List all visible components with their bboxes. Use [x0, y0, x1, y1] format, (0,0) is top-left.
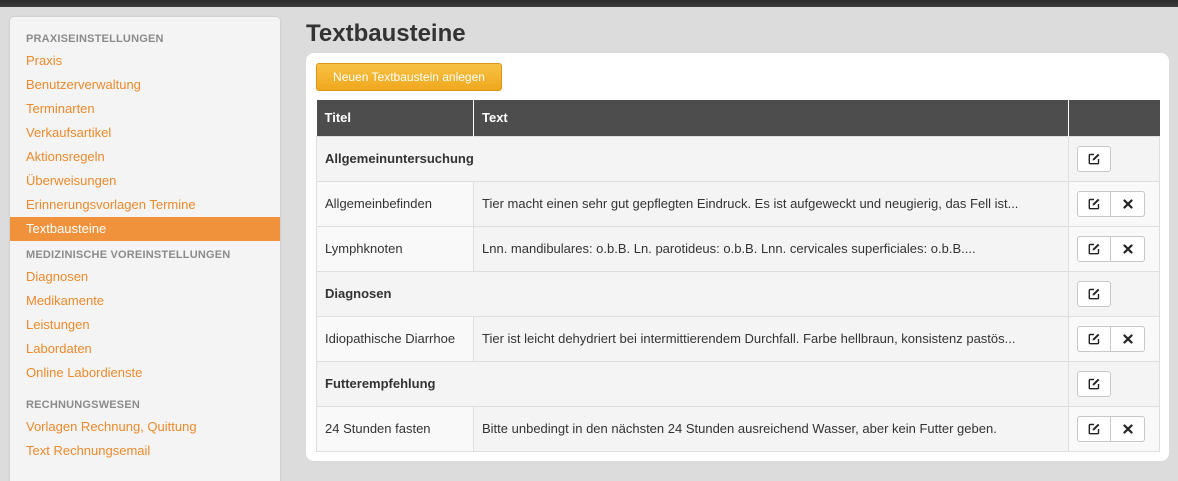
sidebar-section-title: RECHNUNGSWESEN — [26, 399, 141, 411]
delete-button[interactable] — [1111, 235, 1145, 262]
sidebar-item-leistungen[interactable]: Leistungen — [10, 313, 280, 337]
new-textbaustein-button[interactable]: Neuen Textbaustein anlegen — [316, 63, 502, 91]
content-panel: Neuen Textbaustein anlegen Titel Text Al… — [306, 53, 1169, 461]
edit-icon — [1088, 243, 1100, 254]
row-actions — [1068, 180, 1160, 227]
table-header-row: Titel Text — [316, 100, 1160, 136]
edit-button[interactable] — [1077, 415, 1111, 442]
sidebar-item-vorlagen-rechnung[interactable]: Vorlagen Rechnung, Quittung — [10, 415, 280, 439]
top-bar — [0, 0, 1178, 7]
sidebar-item-medikamente[interactable]: Medikamente — [10, 289, 280, 313]
delete-button[interactable] — [1111, 325, 1145, 352]
sidebar-item-verkaufsartikel[interactable]: Verkaufsartikel — [10, 121, 280, 145]
edit-button[interactable] — [1077, 145, 1111, 172]
delete-icon — [1122, 243, 1133, 254]
sidebar-item-text-rechnungsemail[interactable]: Text Rechnungsemail — [10, 439, 280, 463]
edit-button[interactable] — [1077, 370, 1111, 397]
row-text: Tier macht einen sehr gut gepflegten Ein… — [473, 180, 1069, 227]
sidebar-item-benutzerverwaltung[interactable]: Benutzerverwaltung — [10, 73, 280, 97]
edit-button[interactable] — [1077, 235, 1111, 262]
row-actions — [1068, 405, 1160, 452]
row-title: Idiopathische Diarrhoe — [316, 315, 474, 362]
table-row[interactable]: 24 Stunden fasten Bitte unbedingt in den… — [316, 405, 1160, 452]
edit-button[interactable] — [1077, 280, 1111, 307]
textbausteine-table: Titel Text Allgemeinuntersuchung Allgeme… — [316, 100, 1160, 452]
edit-icon — [1088, 378, 1100, 389]
edit-button[interactable] — [1077, 190, 1111, 217]
row-actions — [1068, 135, 1160, 182]
edit-icon — [1088, 198, 1100, 209]
row-actions — [1068, 270, 1160, 317]
sidebar-item-online-labordienste[interactable]: Online Labordienste — [10, 361, 280, 385]
column-header-actions — [1068, 100, 1160, 136]
edit-icon — [1088, 153, 1100, 164]
sidebar-item-erinnerungsvorlagen[interactable]: Erinnerungsvorlagen Termine — [10, 193, 280, 217]
sidebar-section-title: MEDIZINISCHE VOREINSTELLUNGEN — [26, 249, 231, 261]
sidebar-item-ueberweisungen[interactable]: Überweisungen — [10, 169, 280, 193]
column-header-text[interactable]: Text — [473, 100, 1069, 136]
table-group-row: Futterempfehlung — [316, 360, 1160, 407]
delete-icon — [1122, 333, 1133, 344]
group-title: Futterempfehlung — [316, 360, 1069, 407]
sidebar-section-title: PRAXISEINSTELLUNGEN — [26, 33, 164, 45]
row-actions — [1068, 360, 1160, 407]
row-text: Tier ist leicht dehydriert bei intermitt… — [473, 315, 1069, 362]
table-row[interactable]: Allgemeinbefinden Tier macht einen sehr … — [316, 180, 1160, 227]
edit-button[interactable] — [1077, 325, 1111, 352]
edit-icon — [1088, 288, 1100, 299]
page-title: Textbausteine — [306, 20, 466, 47]
sidebar-item-terminarten[interactable]: Terminarten — [10, 97, 280, 121]
column-header-titel[interactable]: Titel — [316, 100, 474, 136]
group-title: Allgemeinuntersuchung — [316, 135, 1069, 182]
row-text: Lnn. mandibulares: o.b.B. Ln. parotideus… — [473, 225, 1069, 272]
sidebar-item-aktionsregeln[interactable]: Aktionsregeln — [10, 145, 280, 169]
sidebar-item-praxis[interactable]: Praxis — [10, 49, 280, 73]
sidebar: PRAXISEINSTELLUNGEN Praxis Benutzerverwa… — [10, 17, 280, 481]
table-group-row: Diagnosen — [316, 270, 1160, 317]
table-group-row: Allgemeinuntersuchung — [316, 135, 1160, 182]
table-row[interactable]: Idiopathische Diarrhoe Tier ist leicht d… — [316, 315, 1160, 362]
edit-icon — [1088, 423, 1100, 434]
table-row[interactable]: Lymphknoten Lnn. mandibulares: o.b.B. Ln… — [316, 225, 1160, 272]
sidebar-item-labordaten[interactable]: Labordaten — [10, 337, 280, 361]
group-title: Diagnosen — [316, 270, 1069, 317]
row-actions — [1068, 315, 1160, 362]
row-actions — [1068, 225, 1160, 272]
row-title: Allgemeinbefinden — [316, 180, 474, 227]
delete-icon — [1122, 423, 1133, 434]
sidebar-item-diagnosen[interactable]: Diagnosen — [10, 265, 280, 289]
delete-button[interactable] — [1111, 190, 1145, 217]
delete-button[interactable] — [1111, 415, 1145, 442]
sidebar-item-textbausteine[interactable]: Textbausteine — [10, 217, 280, 241]
row-title: Lymphknoten — [316, 225, 474, 272]
row-title: 24 Stunden fasten — [316, 405, 474, 452]
row-text: Bitte unbedingt in den nächsten 24 Stund… — [473, 405, 1069, 452]
edit-icon — [1088, 333, 1100, 344]
delete-icon — [1122, 198, 1133, 209]
